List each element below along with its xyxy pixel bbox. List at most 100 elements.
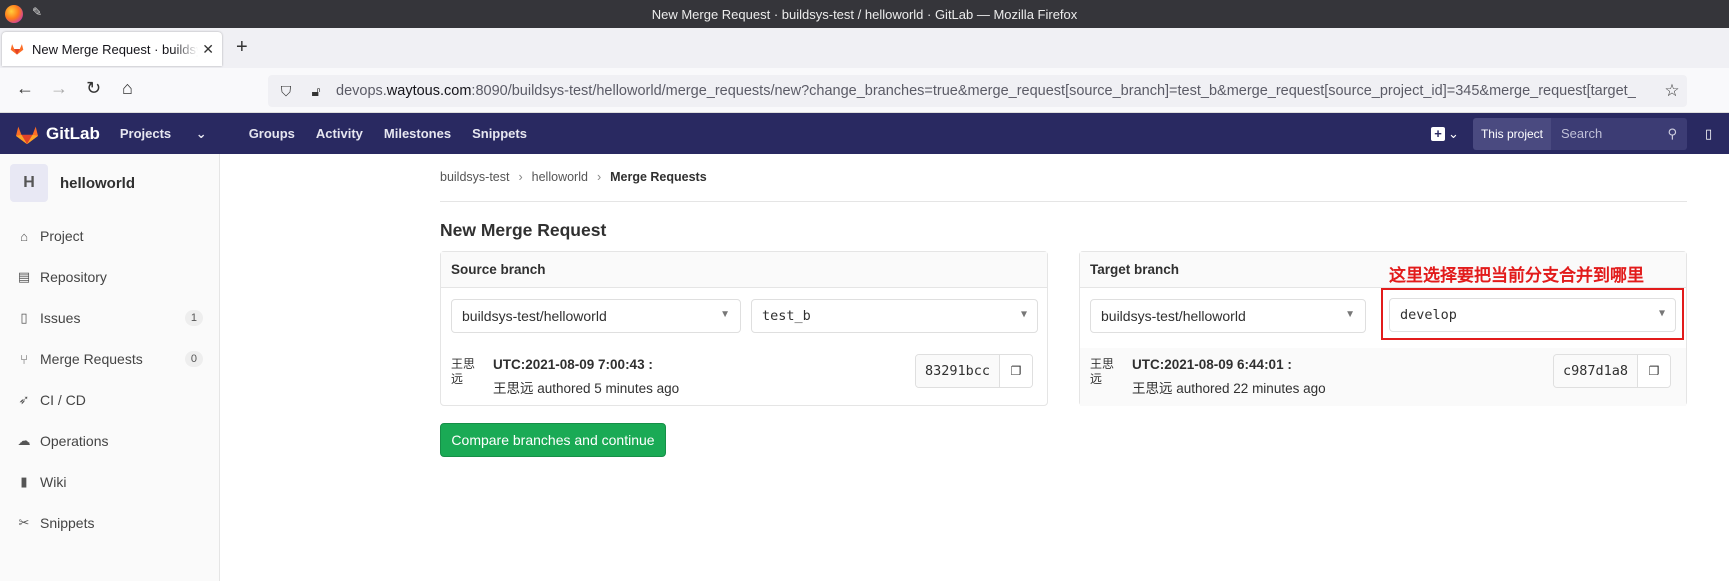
copy-icon[interactable]: ❐ — [1000, 355, 1033, 387]
target-commit-sha: c987d1a8 ❐ — [1553, 354, 1672, 388]
pin-icon[interactable]: ✎ — [32, 5, 42, 19]
reload-icon[interactable]: ↻ — [86, 78, 101, 99]
gitlab-logo-icon[interactable] — [14, 123, 40, 145]
doc-icon: ▤ — [17, 269, 31, 284]
commit-author: 王思远 authored 22 minutes ago — [1132, 381, 1326, 396]
forward-icon[interactable]: → — [50, 78, 68, 99]
project-avatar: H — [10, 164, 48, 202]
breadcrumb-divider — [440, 201, 1687, 202]
window-title: New Merge Request · buildsys-test / hell… — [651, 6, 1078, 22]
sidebar-item-label: Snippets — [40, 515, 95, 531]
sidebar-item-wiki[interactable]: ▮ Wiki — [0, 462, 219, 502]
commit-sha[interactable]: c987d1a8 — [1554, 355, 1639, 387]
annotation-text: 这里选择要把当前分支合并到哪里 — [1389, 266, 1644, 285]
chevron-down-icon: ▼ — [1345, 309, 1355, 320]
chevron-down-icon: ▼ — [1020, 309, 1027, 320]
sidebar-item-label: Wiki — [40, 474, 67, 490]
breadcrumb-separator-icon: › — [518, 170, 523, 184]
sidebar-item-label: CI / CD — [40, 392, 86, 408]
browser-tab[interactable]: New Merge Request · buildsys-test / hell… — [2, 32, 222, 66]
author-avatar: 王思远 — [1090, 357, 1115, 386]
commit-author: 王思远 authored 5 minutes ago — [493, 381, 680, 396]
issues-count-badge: 1 — [184, 310, 203, 326]
sidebar-item-label: Project — [40, 228, 84, 244]
project-sidebar: H helloworld ⌂ Project ▤ Repository ▯ Issue… — [0, 154, 220, 581]
target-project-dropdown[interactable]: buildsys-test/helloworld ▼ — [1090, 299, 1366, 333]
home-icon: ⌂ — [20, 228, 28, 244]
sidebar-item-issues[interactable]: ▯ Issues 1 — [0, 298, 219, 338]
home-icon[interactable]: ⌂ — [122, 78, 133, 99]
url-text[interactable]: devops.waytous.com:8090/buildsys-test/he… — [336, 83, 1657, 99]
target-commit: 王思远 UTC:2021-08-09 6:44:01 : 王思远 authore… — [1090, 357, 1326, 397]
insecure-lock-icon[interactable]: 🔓︎ — [306, 83, 326, 100]
breadcrumb-separator-icon: › — [596, 170, 602, 184]
source-commit-sha: 83291bcc ❐ — [915, 354, 1034, 388]
gitlab-header: GitLab Projects ⌄ Groups Activity Milest… — [0, 113, 1729, 154]
breadcrumb: buildsys-test › helloworld › Merge Reque… — [440, 170, 707, 184]
source-project-value: buildsys-test/helloworld — [462, 308, 607, 324]
copy-icon[interactable]: ❐ — [1638, 355, 1671, 387]
nav-activity[interactable]: Activity — [316, 126, 363, 142]
rocket-icon: ➶ — [18, 392, 30, 407]
breadcrumb-group[interactable]: buildsys-test — [440, 170, 509, 184]
source-branch-dropdown[interactable]: test_b ▼ — [751, 299, 1038, 333]
sidebar-item-label: Merge Requests — [40, 351, 143, 367]
new-dropdown-button[interactable]: + ⌄ — [1429, 122, 1461, 146]
plus-icon: + — [1431, 126, 1446, 141]
back-icon[interactable]: ← — [16, 78, 34, 99]
chevron-down-icon: ⌄ — [195, 125, 207, 141]
sidebar-item-label: Issues — [40, 310, 81, 326]
project-name: helloworld — [60, 174, 135, 192]
scissors-icon: ✂ — [18, 515, 30, 530]
sidebar-item-snippets[interactable]: ✂ Snippets — [0, 503, 219, 543]
close-tab-icon[interactable]: ✕ — [202, 41, 214, 58]
search-icon: ⚲ — [1667, 125, 1677, 141]
breadcrumb-project[interactable]: helloworld — [532, 170, 588, 184]
issues-indicator-icon[interactable]: ▯ — [1705, 124, 1729, 144]
book-icon: ▮ — [20, 474, 28, 489]
nav-milestones[interactable]: Milestones — [384, 126, 451, 142]
browser-navbar: ← → ↻ ⌂ ⛉ 🔓︎ devops.waytous.com:8090/bui… — [0, 68, 1729, 113]
search-placeholder: Search — [1561, 126, 1603, 141]
window-titlebar: ✎ New Merge Request · buildsys-test / he… — [0, 0, 1729, 28]
search-input[interactable]: Search ⚲ — [1551, 117, 1687, 150]
breadcrumb-current[interactable]: Merge Requests — [610, 170, 707, 184]
tab-title: New Merge Request · buildsys-test / hell… — [32, 41, 198, 57]
sidebar-item-project[interactable]: ⌂ Project — [0, 216, 219, 256]
firefox-icon — [5, 5, 23, 23]
source-branch-panel: Source branch buildsys-test/helloworld ▼… — [440, 251, 1048, 406]
author-avatar: 王思远 — [451, 357, 476, 386]
sidebar-item-repository[interactable]: ▤ Repository — [0, 257, 219, 297]
gitlab-favicon-icon — [10, 44, 24, 55]
commit-title[interactable]: UTC:2021-08-09 7:00:43 : — [493, 357, 679, 372]
merge-icon: ⑂ — [20, 351, 28, 367]
shield-icon[interactable]: ⛉ — [276, 83, 296, 100]
source-commit: 王思远 UTC:2021-08-09 7:00:43 : 王思远 authore… — [451, 357, 679, 397]
nav-snippets[interactable]: Snippets — [472, 126, 527, 142]
nav-groups[interactable]: Groups — [249, 126, 295, 142]
sidebar-item-ci-cd[interactable]: ➶ CI / CD — [0, 380, 219, 420]
chevron-down-icon: ⌄ — [1448, 125, 1459, 141]
annotation-highlight-box — [1381, 288, 1684, 340]
sidebar-project-header[interactable]: H helloworld — [10, 164, 135, 202]
new-tab-icon[interactable]: + — [236, 36, 248, 59]
compare-branches-button[interactable]: Compare branches and continue — [440, 423, 666, 457]
header-right: + ⌄ This project Search ⚲ ▯ — [1429, 113, 1729, 154]
gitlab-brand[interactable]: GitLab — [46, 124, 100, 144]
sidebar-item-merge-requests[interactable]: ⑂ Merge Requests 0 — [0, 339, 219, 379]
target-project-value: buildsys-test/helloworld — [1101, 308, 1246, 324]
source-project-dropdown[interactable]: buildsys-test/helloworld ▼ — [451, 299, 741, 333]
source-branch-value: test_b — [762, 308, 811, 324]
tab-strip: New Merge Request · buildsys-test / hell… — [0, 28, 1729, 68]
nav-projects[interactable]: Projects ⌄ — [120, 126, 228, 142]
chevron-down-icon: ▼ — [720, 309, 730, 320]
commit-title[interactable]: UTC:2021-08-09 6:44:01 : — [1132, 357, 1326, 372]
issues-icon: ▯ — [20, 310, 28, 325]
sidebar-item-operations[interactable]: ☁ Operations — [0, 421, 219, 461]
search-scope[interactable]: This project — [1472, 117, 1551, 150]
url-bar[interactable]: ⛉ 🔓︎ devops.waytous.com:8090/buildsys-te… — [268, 75, 1687, 107]
gitlab-nav: Projects ⌄ Groups Activity Milestones Sn… — [120, 126, 548, 142]
commit-sha[interactable]: 83291bcc — [916, 355, 1001, 387]
bookmark-star-icon[interactable]: ☆ — [1657, 81, 1687, 101]
page-title: New Merge Request — [440, 220, 607, 240]
